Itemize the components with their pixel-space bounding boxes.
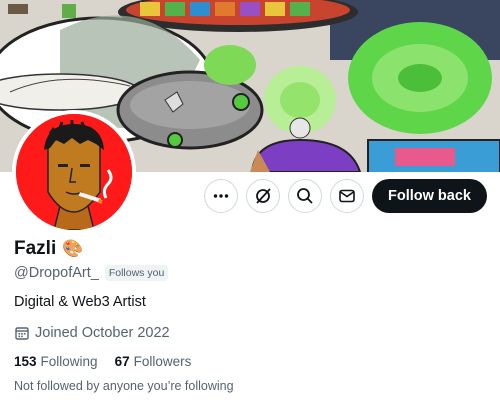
followers-label: Followers	[133, 353, 192, 369]
name-row: Fazli 🎨	[14, 236, 486, 262]
avatar[interactable]	[12, 110, 136, 234]
calendar-icon	[15, 327, 29, 340]
mutuals-note: Not followed by anyone you’re following	[14, 379, 234, 393]
display-name: Fazli	[14, 238, 57, 259]
username-handle: @DropofArt_	[14, 265, 99, 281]
grok-slash-circle-icon	[256, 188, 271, 204]
followers-count: 67	[114, 353, 130, 369]
palette-emoji-icon: 🎨	[62, 239, 84, 258]
following-label: Following	[40, 353, 98, 369]
followers-link[interactable]: 67 Followers	[115, 354, 192, 369]
joined-date: Joined October 2022	[35, 325, 170, 341]
profile-actions: Follow back	[204, 179, 487, 213]
grok-button[interactable]	[246, 179, 280, 213]
follows-you-badge: Follows you	[104, 265, 169, 281]
search-button[interactable]	[288, 179, 322, 213]
follow-stats: 153 Following 67 Followers	[14, 351, 486, 371]
avatar-image	[16, 114, 132, 230]
follow-back-button[interactable]: Follow back	[372, 179, 487, 213]
message-button[interactable]	[330, 179, 364, 213]
handle-row: @DropofArt_ Follows you	[14, 263, 486, 283]
search-icon	[297, 188, 313, 204]
more-button[interactable]	[204, 179, 238, 213]
following-link[interactable]: 153 Following	[14, 354, 98, 369]
bio: Digital & Web3 Artist	[14, 294, 146, 310]
joined-date-row: Joined October 2022	[14, 323, 486, 343]
envelope-icon	[339, 189, 355, 203]
profile-info: Fazli 🎨 @DropofArt_ Follows you Digital …	[14, 236, 486, 397]
following-count: 153	[14, 353, 37, 369]
more-dots-icon	[213, 194, 229, 198]
